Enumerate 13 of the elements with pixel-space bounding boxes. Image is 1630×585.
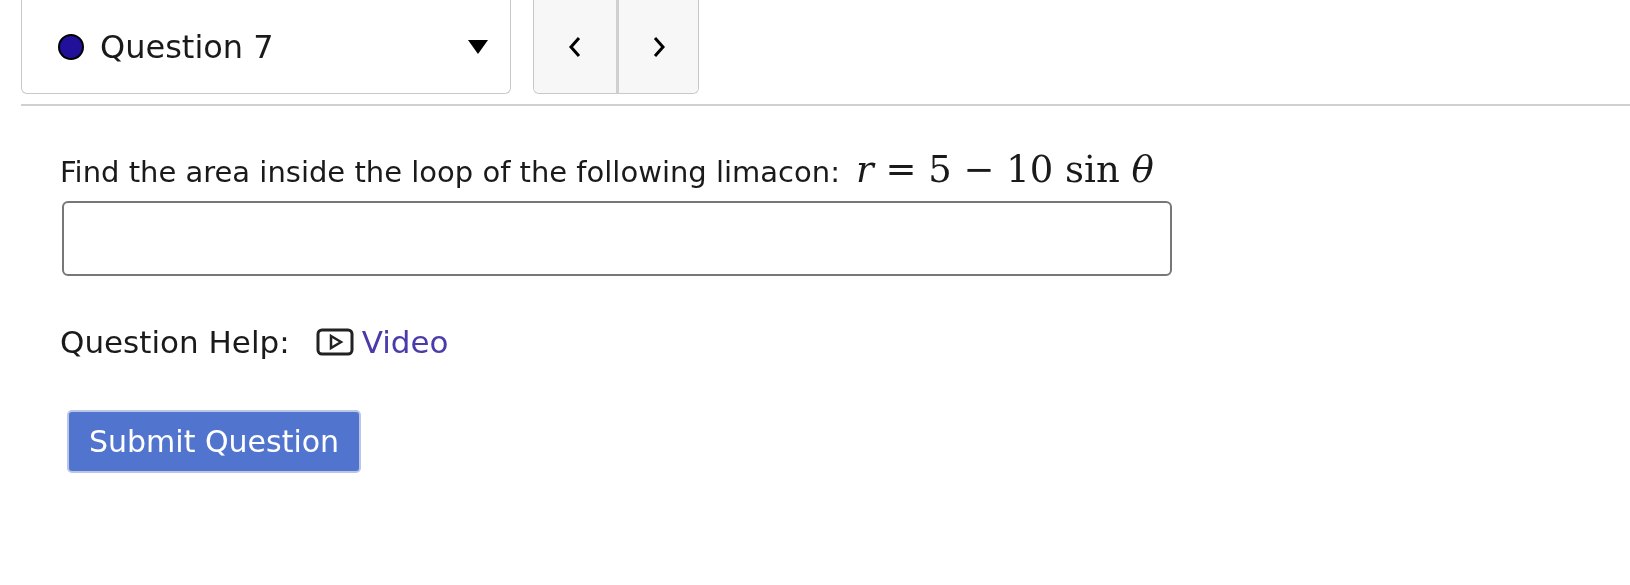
dropdown-caret-icon: [468, 39, 488, 54]
formula: r = 5 − 10 sin θ: [855, 148, 1154, 191]
video-link[interactable]: Video: [315, 324, 449, 360]
question-dropdown[interactable]: Question 7: [21, 0, 511, 94]
help-label: Question Help:: [60, 324, 290, 360]
next-button[interactable]: [616, 0, 698, 93]
question-text: Find the area inside the loop of the following limacon:: [60, 155, 840, 189]
chevron-right-icon: [651, 35, 666, 58]
status-dot-icon: [58, 33, 84, 60]
answer-field[interactable]: [62, 201, 1172, 276]
submit-button[interactable]: Submit Question: [67, 410, 362, 473]
chevron-left-icon: [568, 35, 582, 58]
video-icon: [315, 328, 354, 356]
